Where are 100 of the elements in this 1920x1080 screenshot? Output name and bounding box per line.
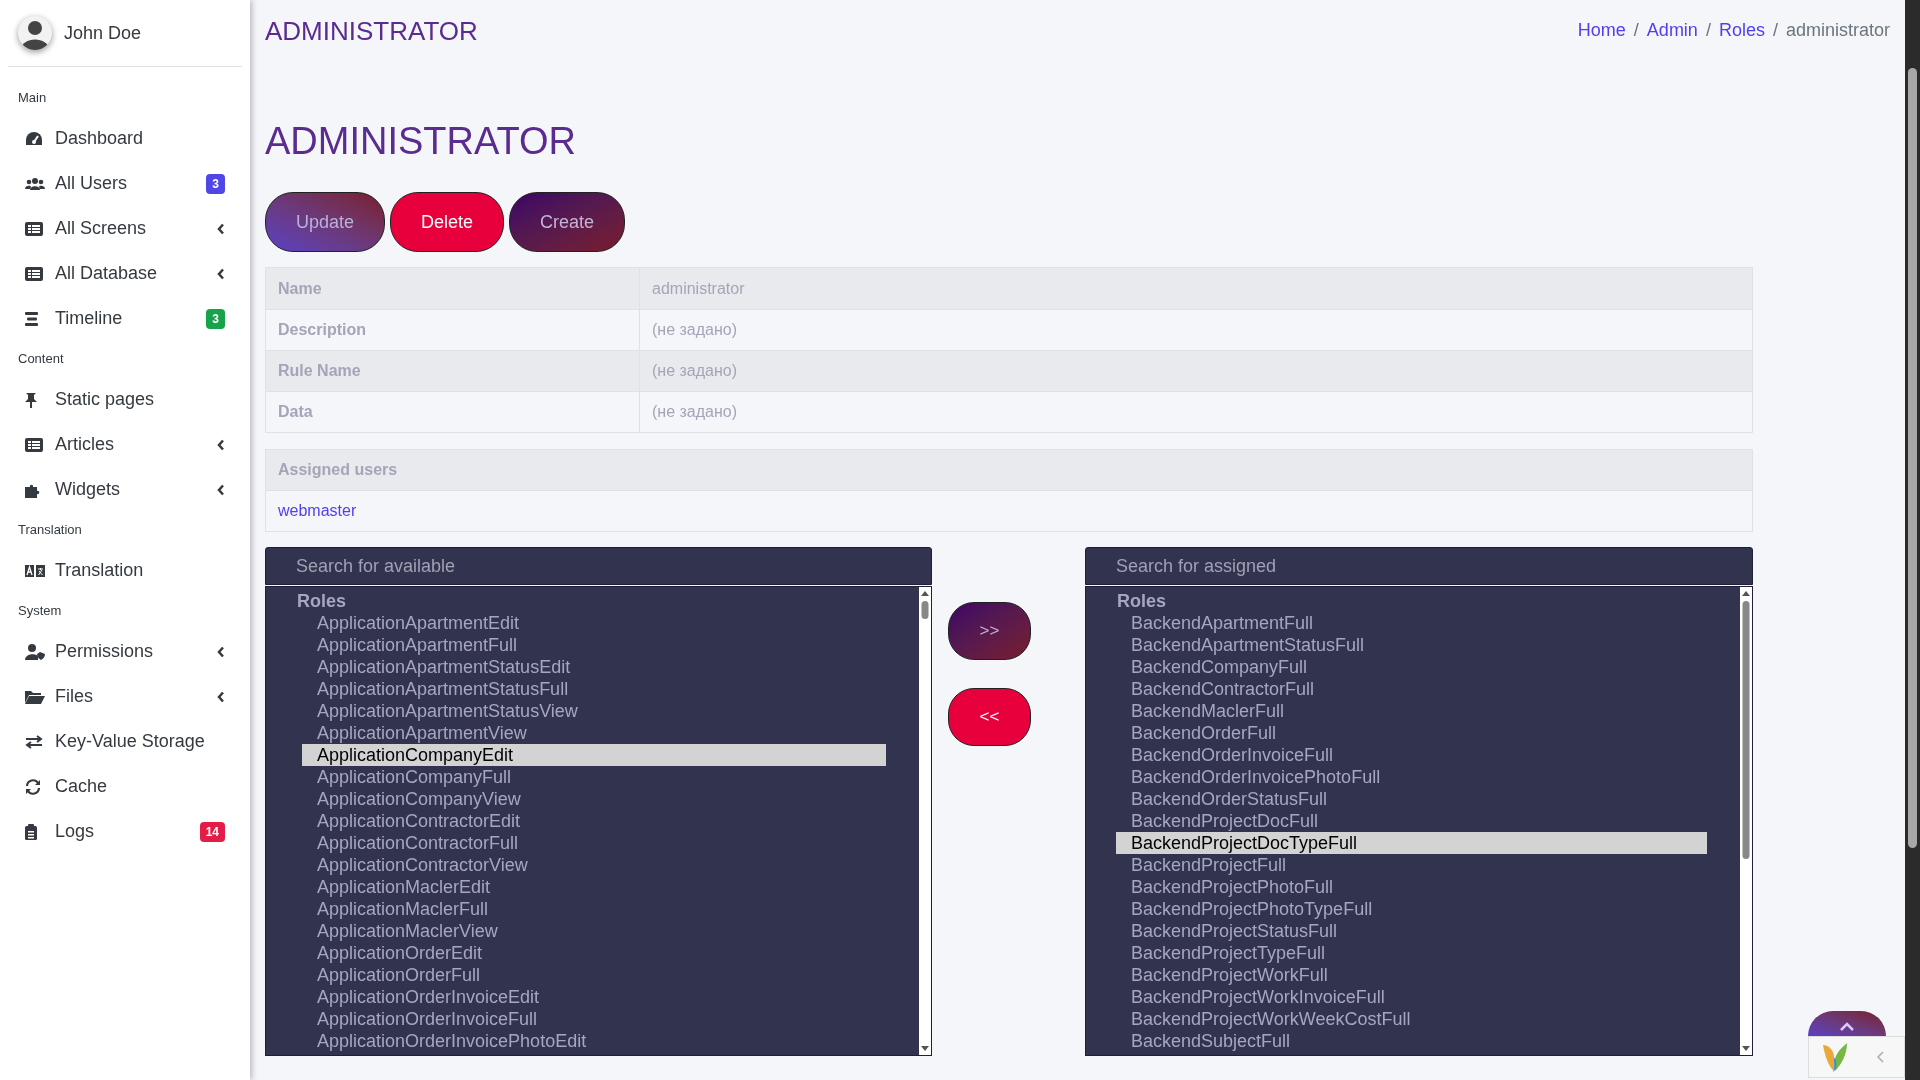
breadcrumb-link[interactable]: Home xyxy=(1577,16,1626,44)
list-option[interactable]: BackendProjectWorkInvoiceFull xyxy=(1116,986,1707,1008)
list-option[interactable]: BackendOrderInvoicePhotoFull xyxy=(1116,766,1707,788)
list-option[interactable]: ApplicationOrderInvoiceEdit xyxy=(302,986,886,1008)
swap-arrows-icon xyxy=(25,734,43,749)
breadcrumb-link[interactable]: Roles xyxy=(1718,16,1765,44)
list-option[interactable]: BackendProjectStatusFull xyxy=(1116,920,1707,942)
scroll-top-button[interactable] xyxy=(1808,1011,1886,1036)
list-option[interactable]: ApplicationOrderInvoiceFull xyxy=(302,1008,886,1030)
sidebar-item[interactable]: Timeline 3 xyxy=(0,296,250,341)
list-option[interactable]: ApplicationCompanyView xyxy=(302,788,886,810)
user-link[interactable]: webmaster xyxy=(278,499,357,523)
sidebar-item[interactable]: Key-Value Storage xyxy=(0,719,250,764)
list-option[interactable]: BackendOrderInvoiceFull xyxy=(1116,744,1707,766)
sidebar-item[interactable]: All Screens xyxy=(0,206,250,251)
list-option[interactable]: BackendOrderStatusFull xyxy=(1116,788,1707,810)
refresh-icon xyxy=(25,778,41,795)
list-option[interactable]: BackendApartmentStatusFull xyxy=(1116,634,1707,656)
field-value: administrator xyxy=(652,278,745,299)
list-option[interactable]: BackendApartmentFull xyxy=(1116,612,1707,634)
sidebar-item[interactable]: Files xyxy=(0,674,250,719)
sidebar-item[interactable]: Articles xyxy=(0,422,250,467)
list-option[interactable]: BackendContractorFull xyxy=(1116,678,1707,700)
section-heading: Translation xyxy=(17,521,83,540)
remove-button[interactable]: << xyxy=(948,688,1031,746)
create-button[interactable]: Create xyxy=(509,192,626,252)
logo-icon[interactable] xyxy=(1821,1041,1849,1073)
list-option[interactable]: BackendMaclerFull xyxy=(1116,700,1707,722)
list-option[interactable]: BackendProjectPhotoTypeFull xyxy=(1116,898,1707,920)
assign-button[interactable]: >> xyxy=(948,602,1031,660)
list-option[interactable]: ApplicationCompanyEdit xyxy=(302,744,886,766)
clipboard-icon xyxy=(25,823,37,840)
list-option[interactable]: ApplicationApartmentStatusEdit xyxy=(302,656,886,678)
list-scrollbar[interactable] xyxy=(919,587,931,1055)
group-label: Roles xyxy=(1117,589,1167,613)
section-heading: System xyxy=(17,602,63,621)
count-badge: 3 xyxy=(206,173,225,194)
list-option[interactable]: ApplicationOrderEdit xyxy=(302,942,886,964)
pin-icon xyxy=(25,391,37,408)
list-option[interactable]: BackendProjectDocFull xyxy=(1116,810,1707,832)
list-option[interactable]: BackendProjectWorkWeekCostFull xyxy=(1116,1008,1707,1030)
list-option[interactable]: BackendProjectDocTypeFull xyxy=(1116,832,1707,854)
sidebar-item[interactable]: Widgets xyxy=(0,467,250,512)
sidebar-item[interactable]: All Database xyxy=(0,251,250,296)
chevron-left-icon xyxy=(217,483,225,496)
header-title: ADMINISTRATOR xyxy=(265,16,478,44)
list-option[interactable]: ApplicationApartmentFull xyxy=(302,634,886,656)
count-badge: 14 xyxy=(199,821,225,842)
list-option[interactable]: ApplicationMaclerFull xyxy=(302,898,886,920)
list-option[interactable]: ApplicationApartmentStatusFull xyxy=(302,678,886,700)
list-option[interactable]: ApplicationApartmentView xyxy=(302,722,886,744)
list-option[interactable]: BackendCompanyFull xyxy=(1116,656,1707,678)
list-option[interactable]: BackendProjectFull xyxy=(1116,854,1707,876)
sidebar-item[interactable]: Static pages xyxy=(0,377,250,422)
search-field[interactable]: Search for available xyxy=(265,547,932,585)
list-option[interactable]: ApplicationOrderFull xyxy=(302,964,886,986)
list-option[interactable]: ApplicationOrderInvoicePhotoEdit xyxy=(302,1030,886,1052)
page-scrollbar[interactable] xyxy=(1905,0,1920,1080)
sidebar-item[interactable]: Translation xyxy=(0,548,250,593)
role-list[interactable] xyxy=(1085,586,1753,1056)
list-option[interactable]: ApplicationMaclerEdit xyxy=(302,876,886,898)
breadcrumb-current: administrator xyxy=(1785,18,1890,42)
sidebar-item[interactable]: All Users 3 xyxy=(0,161,250,206)
role-list[interactable] xyxy=(265,586,932,1056)
page-title: ADMINISTRATOR xyxy=(265,122,578,160)
list-option[interactable]: BackendProjectPhotoFull xyxy=(1116,876,1707,898)
delete-button[interactable]: Delete xyxy=(390,192,505,252)
list-icon xyxy=(25,221,43,236)
list-scrollbar[interactable] xyxy=(1740,587,1752,1055)
list-option[interactable]: ApplicationContractorEdit xyxy=(302,810,886,832)
field-label: Description xyxy=(278,320,366,340)
list-option[interactable]: BackendSubjectFull xyxy=(1116,1030,1707,1052)
breadcrumb-separator: / xyxy=(1705,18,1711,42)
lines-icon xyxy=(25,311,39,326)
section-heading: Main xyxy=(17,89,48,108)
sidebar-item[interactable]: Cache xyxy=(0,764,250,809)
caret-up-icon xyxy=(1839,1021,1855,1031)
sidebar-item[interactable]: Logs 14 xyxy=(0,809,250,854)
list-option[interactable]: BackendProjectTypeFull xyxy=(1116,942,1707,964)
breadcrumb-separator: / xyxy=(1772,18,1778,42)
search-field[interactable]: Search for assigned xyxy=(1085,547,1753,585)
section-heading: Assigned users xyxy=(278,460,398,480)
sidebar-item[interactable]: Permissions xyxy=(0,629,250,674)
list-option[interactable]: ApplicationContractorView xyxy=(302,854,886,876)
list-option[interactable]: ApplicationApartmentStatusView xyxy=(302,700,886,722)
update-button[interactable]: Update xyxy=(265,192,386,252)
sidebar-item[interactable]: Dashboard xyxy=(0,116,250,161)
list-option[interactable]: BackendOrderFull xyxy=(1116,722,1707,744)
chevron-left-icon xyxy=(217,438,225,451)
group-label: Roles xyxy=(297,589,347,613)
list-option[interactable]: ApplicationCompanyFull xyxy=(302,766,886,788)
field-label: Data xyxy=(278,402,313,422)
list-option[interactable]: BackendProjectWorkFull xyxy=(1116,964,1707,986)
field-label: Name xyxy=(278,278,322,299)
list-option[interactable]: ApplicationMaclerView xyxy=(302,920,886,942)
list-option[interactable]: ApplicationContractorFull xyxy=(302,832,886,854)
breadcrumb-link[interactable]: Admin xyxy=(1646,16,1698,44)
user-name[interactable]: John Doe xyxy=(64,19,142,47)
list-option[interactable]: ApplicationApartmentEdit xyxy=(302,612,886,634)
chevron-left-icon xyxy=(217,690,225,703)
